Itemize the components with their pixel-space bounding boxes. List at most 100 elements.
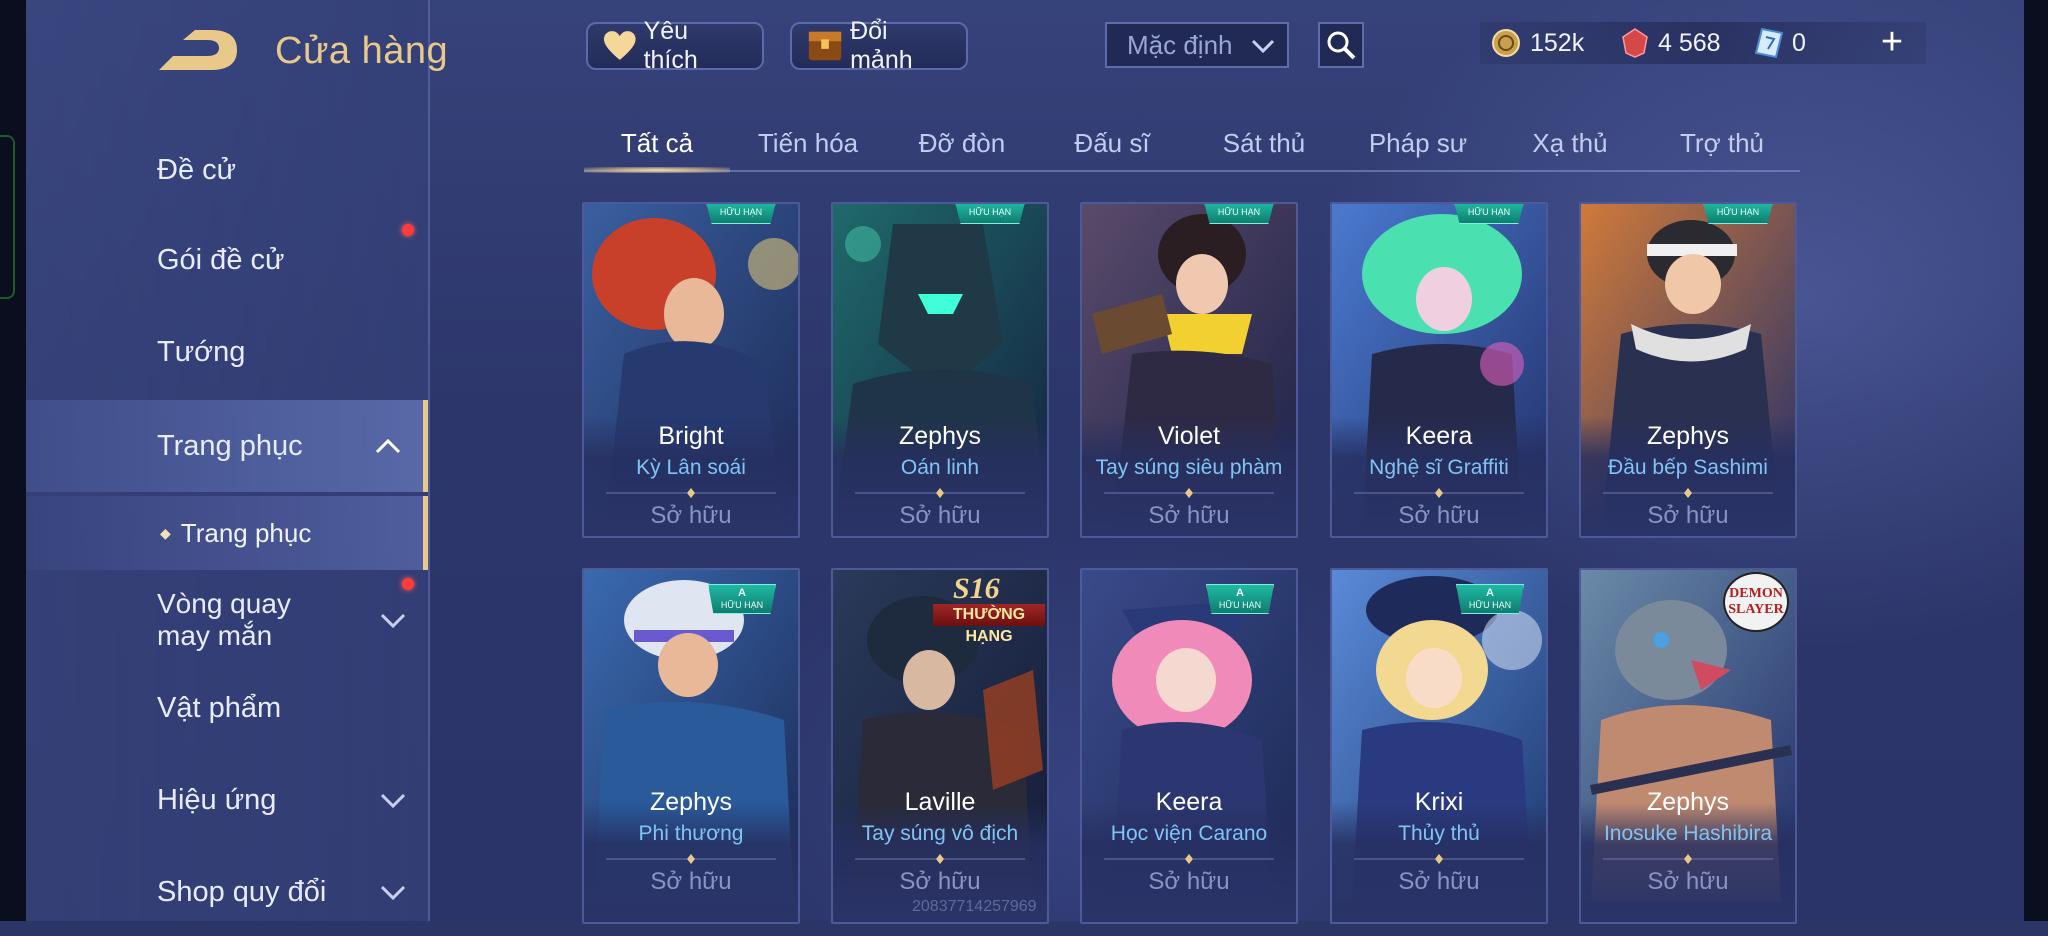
back-arrow-icon — [159, 30, 237, 70]
divider-ornament — [855, 854, 1025, 864]
gold-amount: 152k — [1530, 28, 1585, 57]
hero-name: Zephys — [650, 788, 732, 816]
chevron-up-icon — [375, 438, 401, 454]
hero-name: Keera — [1405, 422, 1473, 450]
owned-status: Sở hữu — [1398, 868, 1480, 895]
skin-card[interactable]: HỮU HẠN Violet Tay súng siêu phàm Sở hữu — [1080, 202, 1298, 538]
skin-name: Inosuke Hashibira — [1603, 822, 1773, 845]
tier-label: A — [738, 587, 746, 599]
tabs-divider — [584, 170, 1800, 172]
notification-dot — [402, 224, 414, 236]
season-rank-badge: S16 THƯỜNG HẠNG — [933, 572, 1045, 645]
skin-name: Phi thương — [638, 822, 744, 845]
coupon-balance: 0 — [1754, 24, 1806, 62]
gold-coin-icon — [1492, 29, 1520, 57]
sidebar-item-recommended-packs[interactable]: Gói đề cử — [26, 216, 428, 304]
sidebar-item-label: Hiệu ứng — [157, 783, 277, 816]
add-currency-button[interactable]: + — [1872, 23, 1912, 62]
skin-card[interactable]: S16 THƯỜNG HẠNG Laville Tay súng vô địch… — [831, 568, 1049, 924]
chevron-down-icon — [380, 793, 406, 808]
exchange-fragments-button[interactable]: Đổi mảnh — [790, 17, 968, 74]
limited-badge: HỮU HẠN — [706, 204, 776, 224]
skin-name: Kỳ Lân soái — [636, 456, 746, 479]
tab-tank[interactable]: Đỡ đòn — [894, 128, 1030, 164]
sidebar-item-heroes[interactable]: Tướng — [26, 308, 428, 396]
coupon-card-icon — [1754, 27, 1784, 59]
limited-badge: HỮU HẠN — [1204, 204, 1274, 224]
skin-card[interactable]: HỮU HẠN Keera Nghệ sĩ Graffiti Sở hữu — [1330, 202, 1548, 538]
sidebar-item-label: Tướng — [157, 335, 246, 368]
screen-edge-right — [2024, 0, 2048, 921]
diamond-bullet-icon: ◆ — [160, 524, 171, 541]
hero-name: Krixi — [1414, 788, 1464, 816]
limited-badge: A HỮU HẠN — [1456, 584, 1524, 614]
sidebar-item-label: Trang phục — [157, 429, 303, 462]
sidebar-item-label: Gói đề cử — [157, 243, 285, 276]
back-button[interactable] — [155, 26, 241, 76]
collab-logo: DEMON SLAYER — [1723, 572, 1789, 632]
hero-name: Zephys — [1647, 422, 1729, 450]
skin-card[interactable]: HỮU HẠN Bright Kỳ Lân soái Sở hữu — [582, 202, 800, 538]
divider-ornament — [1354, 488, 1524, 498]
active-tab-indicator — [584, 167, 730, 173]
sidebar-item-label: Vòng quay may mắn — [157, 588, 291, 651]
owned-status: Sở hữu — [1398, 502, 1480, 529]
search-button[interactable] — [1318, 22, 1364, 68]
page-title: Cửa hàng — [275, 30, 449, 72]
sidebar-item-recommended[interactable]: Đề cử — [26, 126, 428, 214]
hero-name: Violet — [1157, 422, 1221, 450]
watermark-text: 20837714257969 — [912, 898, 1037, 915]
sidebar-item-effects[interactable]: Hiệu ứng — [26, 756, 428, 844]
limited-label: HỮU HẠN — [1468, 600, 1512, 610]
skin-name: Đầu bếp Sashimi — [1608, 456, 1768, 479]
skin-card[interactable]: DEMON SLAYER Zephys Inosuke Hashibira Sở … — [1579, 568, 1797, 924]
sort-dropdown[interactable]: Mặc định — [1105, 22, 1289, 68]
limited-badge: A HỮU HẠN — [1206, 584, 1274, 614]
limited-badge: HỮU HẠN — [1454, 204, 1524, 224]
chevron-down-icon — [1251, 39, 1275, 54]
chevron-down-icon — [380, 613, 406, 628]
tab-support[interactable]: Trợ thủ — [1654, 128, 1790, 164]
sidebar-item-label: Vật phẩm — [157, 691, 282, 724]
skin-card[interactable]: HỮU HẠN Zephys Oán linh Sở hữu — [831, 202, 1049, 538]
edge-handle[interactable] — [0, 135, 15, 299]
tab-marksman[interactable]: Xạ thủ — [1502, 128, 1638, 164]
owned-status: Sở hữu — [650, 868, 732, 895]
limited-label: HỮU HẠN — [1218, 600, 1262, 610]
tier-label: A — [1486, 587, 1494, 599]
owned-status: Sở hữu — [1148, 502, 1230, 529]
skin-name: Thủy thủ — [1398, 822, 1480, 845]
owned-status: Sở hữu — [1148, 868, 1230, 895]
tab-mage[interactable]: Pháp sư — [1348, 128, 1488, 164]
skin-card[interactable]: HỮU HẠN Zephys Đầu bếp Sashimi Sở hữu — [1579, 202, 1797, 538]
sidebar-item-lucky-wheel[interactable]: Vòng quay may mắn — [26, 576, 428, 664]
sidebar-item-exchange-shop[interactable]: Shop quy đổi — [26, 848, 428, 936]
search-icon — [1327, 31, 1356, 60]
tab-all[interactable]: Tất cả — [584, 128, 730, 164]
divider-ornament — [606, 488, 776, 498]
logo-line2: SLAYER — [1728, 602, 1784, 617]
tab-fighter[interactable]: Đấu sĩ — [1044, 128, 1180, 164]
logo-line1: DEMON — [1729, 586, 1783, 601]
favorites-button[interactable]: Yêu thích — [586, 17, 764, 74]
skin-card[interactable]: A HỮU HẠN Krixi Thủy thủ Sở hữu — [1330, 568, 1548, 924]
sidebar-subitem-skins[interactable]: ◆ Trang phục — [26, 496, 428, 570]
favorites-label: Yêu thích — [643, 17, 698, 74]
skin-name: Tay súng vô địch — [861, 822, 1019, 845]
divider-ornament — [1104, 854, 1274, 864]
hero-name: Bright — [658, 422, 724, 450]
tab-assassin[interactable]: Sát thủ — [1196, 128, 1332, 164]
skin-card[interactable]: A HỮU HẠN Zephys Phi thương Sở hữu — [582, 568, 800, 924]
coupon-amount: 0 — [1792, 28, 1806, 57]
skin-card[interactable]: A HỮU HẠN Keera Học viện Carano Sở hữu — [1080, 568, 1298, 924]
hero-name: Zephys — [899, 422, 981, 450]
owned-status: Sở hữu — [899, 868, 981, 895]
sidebar-item-skins[interactable]: Trang phục — [26, 400, 428, 492]
skin-name: Học viện Carano — [1110, 822, 1268, 845]
notification-dot — [402, 578, 414, 590]
divider-ornament — [1104, 488, 1274, 498]
tab-evolution[interactable]: Tiến hóa — [740, 128, 876, 164]
divider-ornament — [855, 488, 1025, 498]
sidebar-item-items[interactable]: Vật phẩm — [26, 664, 428, 752]
heart-icon — [603, 31, 636, 60]
